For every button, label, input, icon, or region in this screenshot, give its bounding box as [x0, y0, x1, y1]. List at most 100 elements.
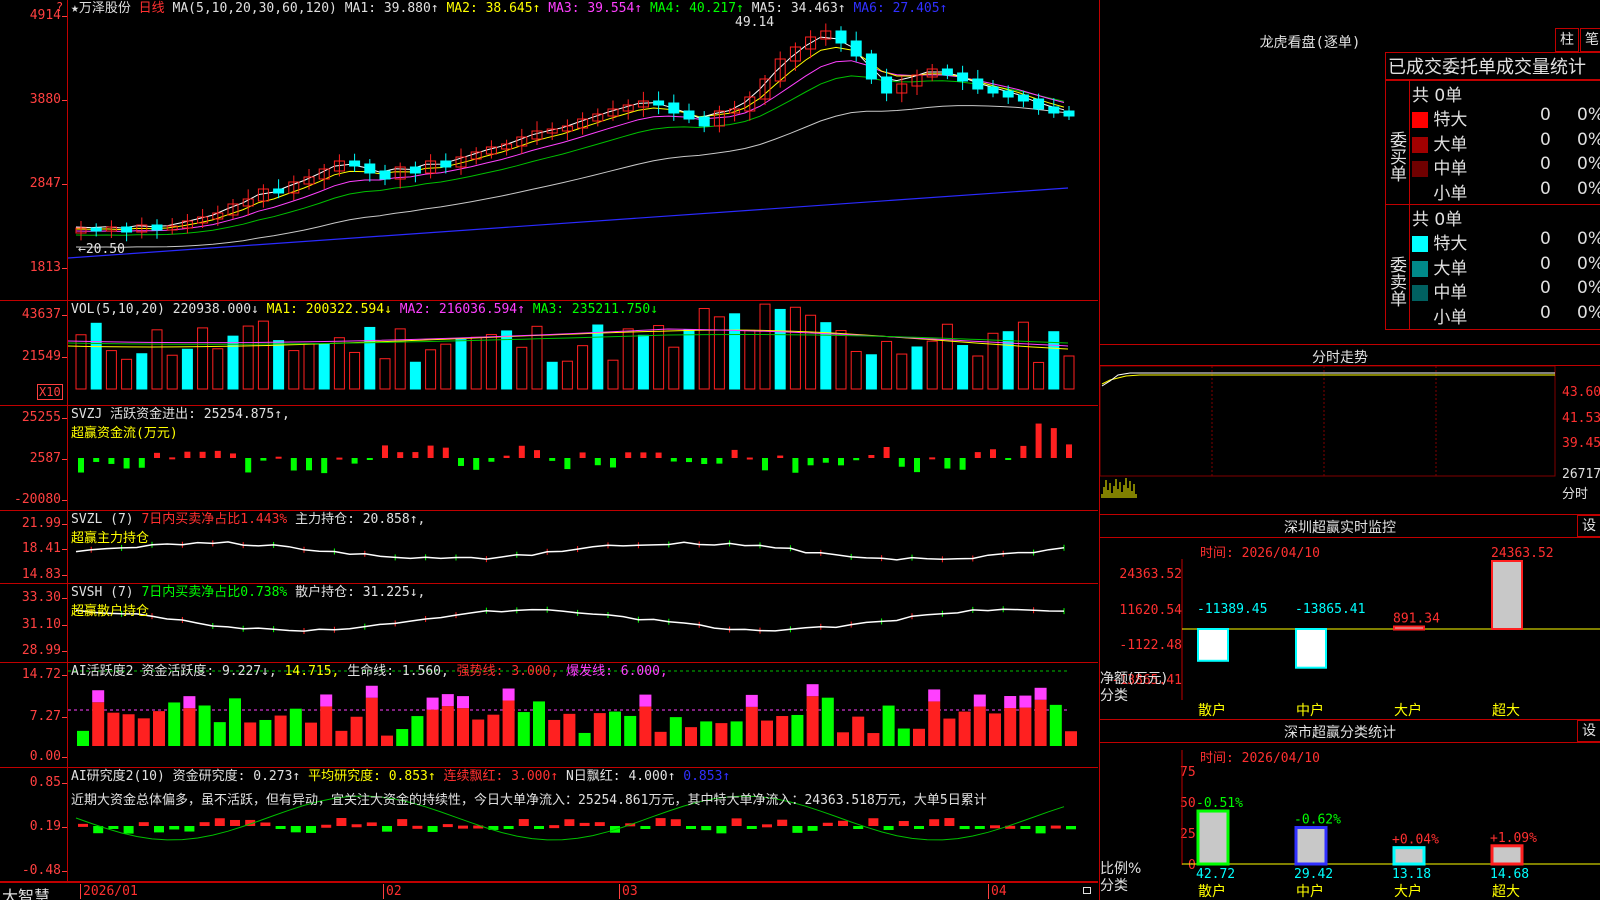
- research-bar: [518, 819, 529, 826]
- dragon-tiger-panel: 龙虎看盘(逐单) 柱 笔 已成交委托单成交量统计 委买单 共 0单 特大 0 0% …: [1099, 0, 1600, 345]
- activity-bar: [198, 705, 211, 746]
- fund-flow-bar: [929, 457, 936, 460]
- fund-flow-bar: [868, 454, 875, 458]
- candle: [1017, 94, 1029, 102]
- svzj-y-axis: 25255 2587 -20080: [0, 406, 68, 510]
- monitor-value: 891.34: [1393, 612, 1440, 627]
- candle: [683, 110, 695, 120]
- research-bar: [731, 818, 742, 826]
- intraday-price-tick: 39.45: [1562, 436, 1600, 451]
- activity-bar: [168, 702, 181, 746]
- activity-bar: [654, 731, 667, 746]
- svsh-desc: 7日内买卖净占比0.738%: [141, 585, 288, 600]
- candlestick-chart[interactable]: [68, 0, 1098, 301]
- research-bar: [701, 826, 712, 831]
- activity-bar: [685, 727, 697, 746]
- lock-icon[interactable]: [1083, 887, 1091, 894]
- fund-flow-bar: [518, 445, 525, 458]
- buy_rows-row-3: 小单 0 0%: [1412, 179, 1600, 204]
- order-type: 大单: [1433, 134, 1468, 155]
- candle: [698, 116, 710, 127]
- ai-active-v4: 强势线: 3.000,: [456, 664, 559, 679]
- main-position-line: [75, 541, 1065, 561]
- svsh-pane[interactable]: 33.30 31.10 28.99 SVSH (7) 7日内买卖净占比0.738…: [0, 584, 1098, 663]
- sz-monitor-panel[interactable]: 深圳超赢实时监控 设 时间: 2026/04/10 24363.52 11620…: [1099, 515, 1600, 720]
- intraday-panel[interactable]: 分时走势 43.60 41.53 39.45 26717 分时: [1099, 345, 1600, 515]
- volume-pane[interactable]: 43637 21549 X10 VOL(5,10,20) 220938.000↓…: [0, 301, 1098, 406]
- monitor-value: -11389.45: [1197, 602, 1267, 617]
- activity-peak: [745, 694, 758, 707]
- volume-bar: [713, 316, 725, 390]
- sz-class-panel[interactable]: 深市超赢分类统计 设 时间: 2026/04/10 75 50 25 0 比例%…: [1099, 720, 1600, 900]
- ma1-value: MA1: 39.880↑: [344, 1, 439, 16]
- sz-class-bar-chart[interactable]: -0.51% 42.72散户 -0.62% 29.42中户 +0.04% 13.18大户 +…: [1100, 720, 1600, 900]
- volume-bar: [607, 359, 619, 390]
- bar-view-button[interactable]: 柱: [1555, 28, 1579, 52]
- volume-bar: [759, 303, 771, 390]
- class-bar: [1294, 826, 1328, 866]
- svsh-subtitle: 超赢散户持仓: [71, 604, 150, 619]
- research-bar: [169, 826, 180, 830]
- research-chart[interactable]: [68, 768, 1098, 882]
- intraday-price-tick: 43.60: [1562, 385, 1600, 400]
- activity-bar: [943, 718, 956, 746]
- volume-bar: [212, 348, 224, 390]
- svzj-pane[interactable]: 25255 2587 -20080 SVZJ 活跃资金进出: 25254.875…: [0, 406, 1098, 511]
- activity-bar: [791, 714, 804, 746]
- volume-bar: [440, 343, 452, 390]
- svsh-ytick: 31.10: [21, 617, 68, 632]
- order-type: 中单: [1433, 159, 1468, 179]
- research-bar: [336, 818, 347, 826]
- activity-bar: [837, 732, 849, 746]
- tick-view-button[interactable]: 笔: [1580, 28, 1600, 52]
- fund-flow-bar: [731, 449, 738, 458]
- research-bar: [199, 822, 210, 826]
- volume-bar: [774, 308, 786, 390]
- kline-pane[interactable]: ? 4914 3880 2847 1813 ★万泽股份 日线 MA(5,10,2…: [0, 0, 1098, 301]
- fund-flow-bar: [184, 451, 191, 458]
- sell_rows-row-1: 大单 0 0%: [1412, 254, 1600, 279]
- activity-bar: [381, 735, 393, 746]
- candle: [835, 30, 847, 44]
- fund-flow-bar: [1050, 428, 1057, 458]
- volume-bar: [789, 306, 801, 390]
- order-count: 0: [1540, 105, 1551, 125]
- fund-flow-bar: [625, 452, 632, 458]
- stats-tab[interactable]: 已成交委托单成交量统计: [1385, 52, 1600, 80]
- research-bar: [1020, 826, 1031, 829]
- fund-flow-bar: [670, 458, 677, 462]
- svzj-header: SVZJ 活跃资金进出: 25254.875↑,: [71, 407, 290, 422]
- intraday-chart[interactable]: [1100, 366, 1600, 515]
- svzl-desc: 7日内买卖净占比1.443%: [141, 512, 288, 527]
- activity-bar: [806, 696, 819, 746]
- order-count: 0: [1540, 229, 1551, 249]
- research-bar: [442, 824, 453, 828]
- ai-research-ytick: -0.48: [21, 863, 68, 878]
- dragon-tiger-title: 龙虎看盘(逐单): [1259, 35, 1361, 51]
- ai-active-pane[interactable]: 14.72 7.27 0.00 AI活跃度2 资金活跃度: 9.227↓, 14…: [0, 663, 1098, 768]
- sz-monitor-bar-chart[interactable]: -11389.45 散户 -13865.41 中户 891.34 大户 24363.52 超大: [1100, 515, 1600, 720]
- activity-bar: [852, 716, 865, 746]
- volume-bar: [1017, 321, 1029, 390]
- research-bar: [427, 826, 438, 832]
- svzj-subtitle: 超赢资金流(万元): [71, 426, 178, 441]
- ai-active-ytick: 14.72: [21, 667, 68, 682]
- activity-bar: [897, 728, 910, 746]
- fund-flow-bar: [686, 458, 692, 463]
- activity-bar: [259, 719, 272, 746]
- fund-flow-bar: [488, 458, 495, 462]
- activity-bar: [624, 715, 637, 746]
- activity-bar: [973, 706, 986, 746]
- svzl-pane[interactable]: 21.99 18.41 14.83 SVZL (7) 7日内买卖净占比1.443…: [0, 511, 1098, 584]
- volume-bar: [941, 323, 953, 390]
- ai-active-header: AI活跃度2 资金活跃度: 9.227↓, 14.715, 生命线: 1.560…: [71, 664, 668, 679]
- ai-research-pane[interactable]: 0.85 0.19 -0.48 AI研究度2(10) 资金研究度: 0.273↑…: [0, 768, 1098, 882]
- retail-position-line: [75, 608, 1065, 632]
- svzl-ytick: 18.41: [21, 541, 68, 556]
- fund-flow-bar: [427, 445, 434, 458]
- volume-bar: [1063, 355, 1075, 390]
- ai-active-v3: 生命线: 1.560,: [347, 664, 449, 679]
- svsh-ytick: 28.99: [21, 643, 68, 658]
- kline-ytick: 1813: [29, 260, 68, 275]
- activity-bar: [122, 714, 135, 746]
